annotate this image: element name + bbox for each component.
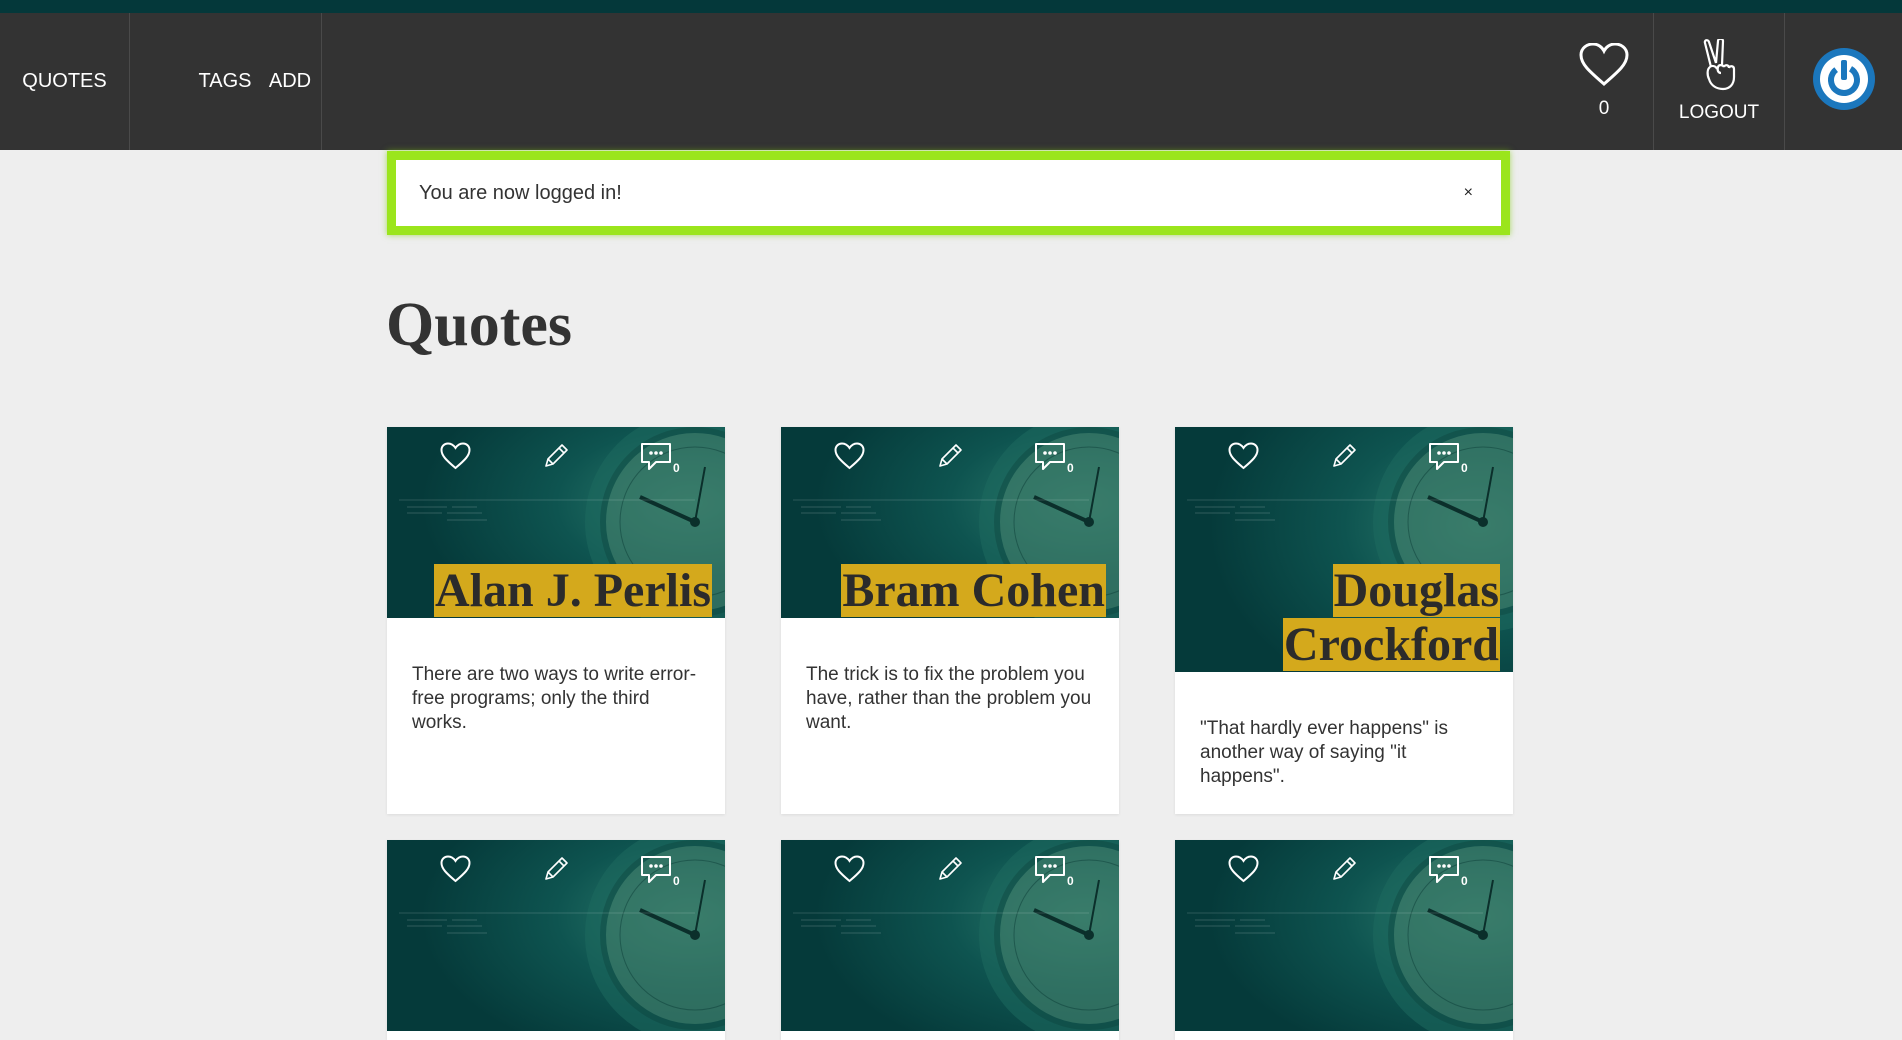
nav-tags-label: TAGS [198, 70, 252, 92]
edit-pencil-icon[interactable] [1330, 855, 1358, 888]
edit-pencil-icon[interactable] [936, 442, 964, 475]
power-button[interactable] [1785, 13, 1902, 150]
alert-close-button[interactable]: × [1464, 184, 1473, 202]
quote-author[interactable]: Douglas Crockford [1270, 564, 1500, 672]
like-heart-icon[interactable] [834, 855, 865, 888]
quote-text: There are two ways to write error-free p… [412, 664, 697, 733]
quote-card: 0 [1175, 840, 1513, 1040]
quote-card-image: 0 [1175, 840, 1513, 1031]
likes-count: 0 [1598, 98, 1610, 119]
quote-card-actions: 0 [1175, 840, 1513, 900]
quote-author[interactable]: Bram Cohen [841, 564, 1106, 618]
comment-count: 0 [673, 461, 680, 475]
quote-card-image: 0 [781, 840, 1119, 1031]
quote-card: 0 [387, 840, 725, 1040]
quote-card-image: 0 Bram Cohen [781, 427, 1119, 618]
quote-card-actions: 0 [781, 427, 1119, 487]
alert-body: You are now logged in! × [396, 160, 1501, 226]
quote-card-actions: 0 [387, 840, 725, 900]
quote-card: 0 Bram Cohen The trick is to fix the prob… [781, 427, 1119, 814]
nav-add-button[interactable]: ADD [259, 13, 322, 150]
nav-quotes[interactable]: QUOTES [0, 13, 130, 150]
comment-icon[interactable] [1034, 855, 1066, 890]
comment-count: 0 [1067, 874, 1074, 888]
comment-icon[interactable] [1428, 855, 1460, 890]
comment-count: 0 [1461, 461, 1468, 475]
comment-icon[interactable] [1428, 442, 1460, 477]
nav-quotes-label: QUOTES [22, 70, 107, 92]
edit-pencil-icon[interactable] [936, 855, 964, 888]
quote-card: 0 [781, 840, 1119, 1040]
heart-icon [1579, 42, 1629, 92]
logout-label: LOGOUT [1678, 102, 1760, 123]
like-heart-icon[interactable] [1228, 442, 1259, 475]
page-title: Quotes [386, 291, 572, 359]
quote-card: 0 Alan J. Perlis There are two ways to wr… [387, 427, 725, 814]
quote-card-actions: 0 [1175, 427, 1513, 487]
edit-pencil-icon[interactable] [542, 855, 570, 888]
power-icon [1812, 47, 1876, 116]
comment-icon[interactable] [1034, 442, 1066, 477]
nav-add-label: ADD [268, 70, 312, 92]
like-heart-icon[interactable] [834, 442, 865, 475]
quote-author[interactable]: Alan J. Perlis [434, 564, 712, 618]
quote-card-actions: 0 [387, 427, 725, 487]
quote-text: The trick is to fix the problem you have… [806, 664, 1092, 733]
quote-card-actions: 0 [781, 840, 1119, 900]
top-accent-strip [0, 0, 1902, 13]
peace-hand-icon [1699, 37, 1739, 96]
quote-text: "That hardly ever happens" is another wa… [1200, 718, 1448, 787]
quote-card-image: 0 Douglas Crockford [1175, 427, 1513, 672]
quote-card-image: 0 [387, 840, 725, 1031]
like-heart-icon[interactable] [440, 442, 471, 475]
alert-message: You are now logged in! [419, 181, 622, 204]
quote-card: 0 Douglas Crockford "That hardly ever hap… [1175, 427, 1513, 814]
logout-button[interactable]: LOGOUT [1654, 13, 1785, 150]
comment-icon[interactable] [640, 442, 672, 477]
quote-card-image: 0 Alan J. Perlis [387, 427, 725, 618]
like-heart-icon[interactable] [440, 855, 471, 888]
likes-counter[interactable]: 0 [1555, 13, 1654, 150]
edit-pencil-icon[interactable] [542, 442, 570, 475]
comment-count: 0 [1461, 874, 1468, 888]
login-alert: You are now logged in! × [387, 151, 1510, 235]
comment-count: 0 [673, 874, 680, 888]
comment-count: 0 [1067, 461, 1074, 475]
like-heart-icon[interactable] [1228, 855, 1259, 888]
edit-pencil-icon[interactable] [1330, 442, 1358, 475]
comment-icon[interactable] [640, 855, 672, 890]
